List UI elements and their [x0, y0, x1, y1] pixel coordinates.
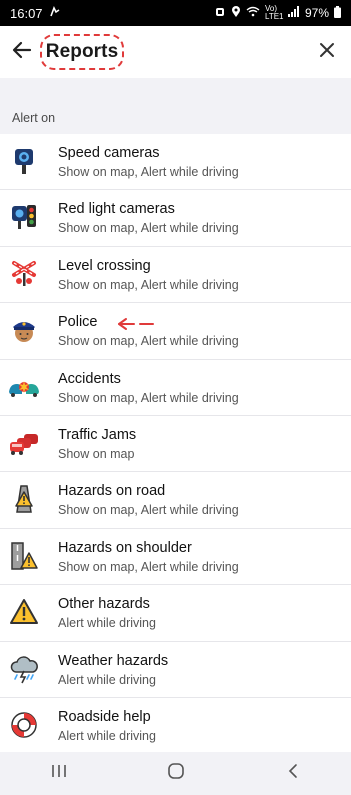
item-subtitle: Show on map, Alert while driving	[58, 503, 239, 518]
back-button[interactable]	[8, 38, 36, 66]
item-subtitle: Alert while driving	[58, 728, 156, 743]
page-title: Reports	[45, 41, 119, 62]
recents-icon	[50, 763, 68, 784]
home-button[interactable]	[156, 759, 196, 789]
section-header	[0, 78, 351, 134]
alarm-icon	[214, 6, 226, 21]
list-item-accidents[interactable]: Accidents Show on map, Alert while drivi…	[0, 359, 351, 416]
close-icon	[319, 42, 335, 63]
item-name: Level crossing	[58, 257, 151, 274]
item-subtitle: Show on map, Alert while driving	[58, 277, 239, 292]
item-subtitle: Show on map	[58, 446, 135, 461]
notification-icon	[49, 5, 60, 21]
traffic-jam-icon	[8, 427, 40, 459]
list-item-hazards-on-shoulder[interactable]: Hazards on shoulder Show on map, Alert w…	[0, 528, 351, 586]
hazard-road-icon	[8, 483, 40, 515]
close-button[interactable]	[313, 38, 341, 66]
reports-list: Speed cameras Show on map, Alert while d…	[0, 134, 351, 755]
speed-camera-icon	[8, 145, 40, 177]
wifi-icon	[246, 6, 260, 20]
item-name: Hazards on shoulder	[58, 539, 192, 556]
weather-icon	[8, 653, 40, 685]
app-bar: Reports	[0, 26, 351, 78]
battery-level: 97%	[304, 6, 329, 20]
list-item-level-crossing[interactable]: Level crossing Show on map, Alert while …	[0, 246, 351, 304]
item-name: Weather hazards	[58, 652, 169, 669]
item-subtitle: Show on map, Alert while driving	[58, 334, 239, 349]
item-name: Roadside help	[58, 708, 151, 725]
list-item-speed-cameras[interactable]: Speed cameras Show on map, Alert while d…	[0, 134, 351, 191]
signal-icon	[287, 6, 300, 20]
item-subtitle: Alert while driving	[58, 616, 156, 631]
system-nav-bar	[0, 752, 351, 795]
warning-icon	[8, 596, 40, 628]
battery-icon	[334, 5, 341, 21]
list-item-police[interactable]: Police Show on map, Alert while driving	[0, 303, 351, 360]
level-crossing-icon	[8, 258, 40, 290]
red-light-camera-icon	[8, 201, 40, 233]
item-subtitle: Show on map, Alert while driving	[58, 221, 239, 236]
status-bar: 16:07 Vo) LTE1 97%	[0, 0, 351, 26]
recents-button[interactable]	[39, 759, 79, 789]
item-name: Red light cameras	[58, 201, 175, 218]
section-label: Alert on	[12, 111, 56, 125]
item-name: Accidents	[58, 370, 121, 387]
item-subtitle: Alert while driving	[58, 672, 156, 687]
item-name: Traffic Jams	[58, 426, 137, 443]
item-name: Police	[58, 314, 98, 331]
arrow-annotation-icon	[116, 317, 156, 331]
lifebuoy-icon	[8, 709, 40, 741]
location-icon	[231, 5, 241, 21]
list-item-red-light-cameras[interactable]: Red light cameras Show on map, Alert whi…	[0, 190, 351, 247]
list-item-weather-hazards[interactable]: Weather hazards Alert while driving	[0, 641, 351, 698]
item-subtitle: Show on map, Alert while driving	[58, 390, 239, 405]
title-annotation-highlight: Reports	[40, 34, 124, 70]
list-item-roadside-help[interactable]: Roadside help Alert while driving	[0, 697, 351, 755]
item-name: Hazards on road	[58, 483, 166, 500]
status-time: 16:07	[10, 5, 43, 21]
chevron-left-icon	[287, 763, 299, 784]
list-item-other-hazards[interactable]: Other hazards Alert while driving	[0, 585, 351, 642]
accident-icon	[8, 371, 40, 403]
item-name: Speed cameras	[58, 145, 160, 161]
item-name: Other hazards	[58, 596, 150, 613]
hazard-shoulder-icon	[8, 540, 40, 572]
list-item-hazards-on-road[interactable]: Hazards on road Show on map, Alert while…	[0, 472, 351, 529]
home-icon	[167, 762, 185, 785]
system-back-button[interactable]	[273, 759, 313, 789]
item-subtitle: Show on map, Alert while driving	[58, 165, 239, 179]
network-type: Vo) LTE1	[264, 4, 284, 21]
arrow-left-icon	[12, 41, 32, 64]
list-item-traffic-jams[interactable]: Traffic Jams Show on map	[0, 415, 351, 473]
item-subtitle: Show on map, Alert while driving	[58, 559, 239, 574]
police-icon	[8, 314, 40, 346]
